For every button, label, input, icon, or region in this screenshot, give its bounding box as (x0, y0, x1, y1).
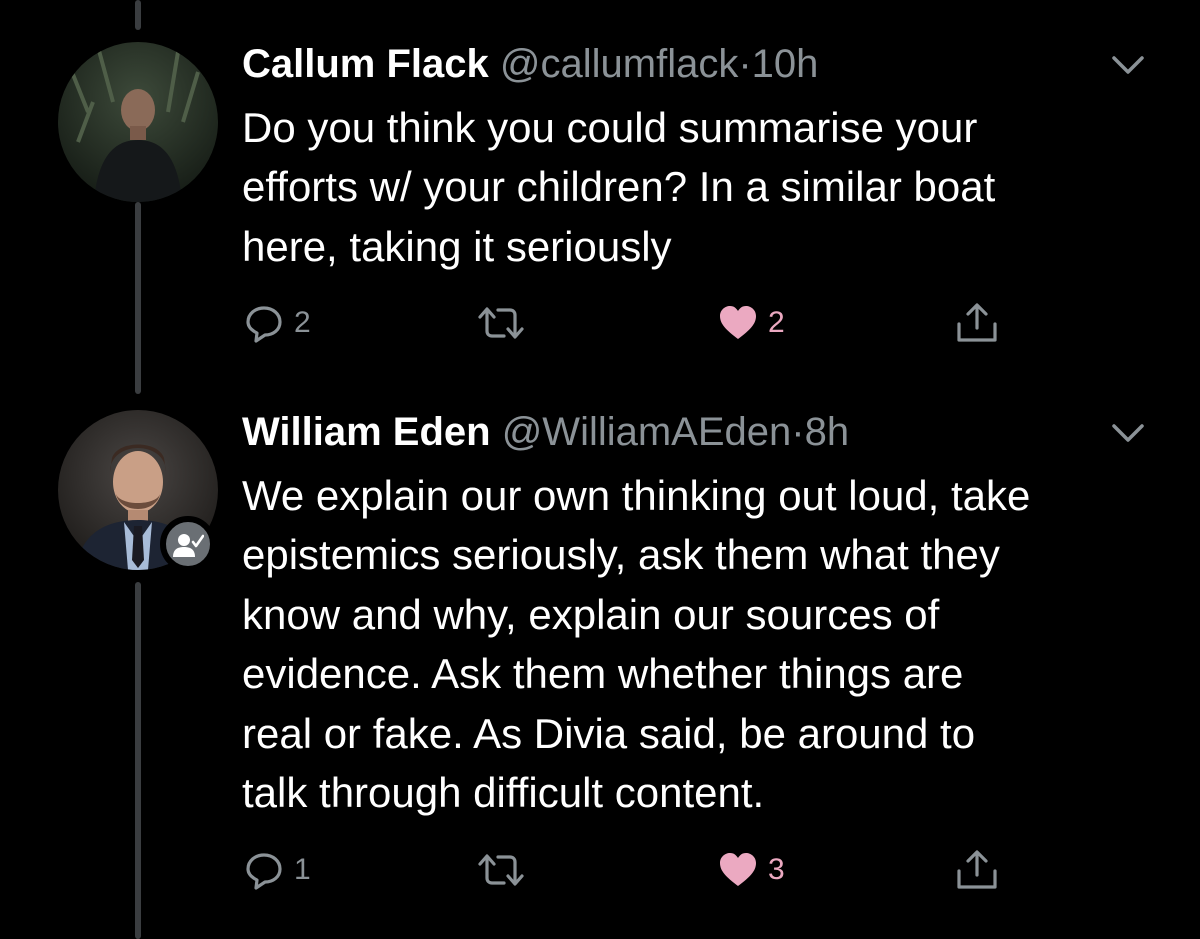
reply-count: 2 (294, 306, 311, 339)
thread-line-top (135, 0, 141, 30)
user-handle[interactable]: @WilliamAEden (502, 410, 792, 454)
share-button[interactable] (954, 845, 1000, 895)
like-count: 2 (768, 306, 785, 339)
thread-line-middle (135, 202, 141, 394)
heart-icon (718, 303, 758, 343)
user-handle[interactable]: @callumflack (500, 42, 738, 86)
display-name[interactable]: William Eden (242, 410, 491, 454)
tweet-text-line: epistemics seriously, ask them what they (242, 531, 1000, 579)
timestamp[interactable]: 8h (805, 410, 850, 454)
like-button[interactable]: 3 (718, 845, 785, 895)
chevron-down-icon[interactable] (1108, 418, 1148, 448)
like-button[interactable]: 2 (718, 298, 785, 348)
tweet-text-line: real or fake. As Divia said, be around t… (242, 709, 976, 757)
retweet-icon (476, 303, 526, 343)
tweet-text-line: here, taking it seriously (242, 222, 672, 270)
share-icon (954, 300, 1000, 346)
chevron-down-icon[interactable] (1108, 50, 1148, 80)
like-count: 3 (768, 853, 785, 886)
share-icon (954, 847, 1000, 893)
display-name[interactable]: Callum Flack (242, 42, 489, 86)
tweet-text-line: talk through difficult content. (242, 769, 765, 817)
avatar[interactable] (58, 42, 218, 202)
tweet-text-line: evidence. Ask them whether things are (242, 650, 964, 698)
tweet-text-line: We explain our own thinking out loud, ta… (242, 472, 1031, 519)
tweet-text: We explain our own thinking out loud, ta… (242, 466, 1162, 822)
retweet-button[interactable] (476, 845, 526, 895)
reply-icon (244, 850, 284, 890)
reply-count: 1 (294, 853, 311, 886)
tweet-header: William Eden @WilliamAEden·8h (242, 408, 849, 456)
separator-dot: · (738, 42, 752, 86)
separator-dot: · (791, 410, 805, 454)
tweet-text-line: efforts w/ your children? In a similar b… (242, 163, 996, 211)
heart-icon (718, 850, 758, 890)
retweet-icon (476, 850, 526, 890)
tweet-text-line: Do you think you could summarise your (242, 104, 978, 151)
follows-you-icon (160, 516, 216, 572)
tweet-text-line: know and why, explain our sources of (242, 590, 940, 638)
reply-icon (244, 303, 284, 343)
reply-button[interactable]: 1 (244, 845, 311, 895)
share-button[interactable] (954, 298, 1000, 348)
tweet-header: Callum Flack @callumflack·10h (242, 40, 818, 88)
retweet-button[interactable] (476, 298, 526, 348)
thread-line-bottom (135, 582, 141, 939)
reply-button[interactable]: 2 (244, 298, 311, 348)
timestamp[interactable]: 10h (752, 42, 819, 86)
tweet-text: Do you think you could summarise your ef… (242, 98, 1162, 276)
